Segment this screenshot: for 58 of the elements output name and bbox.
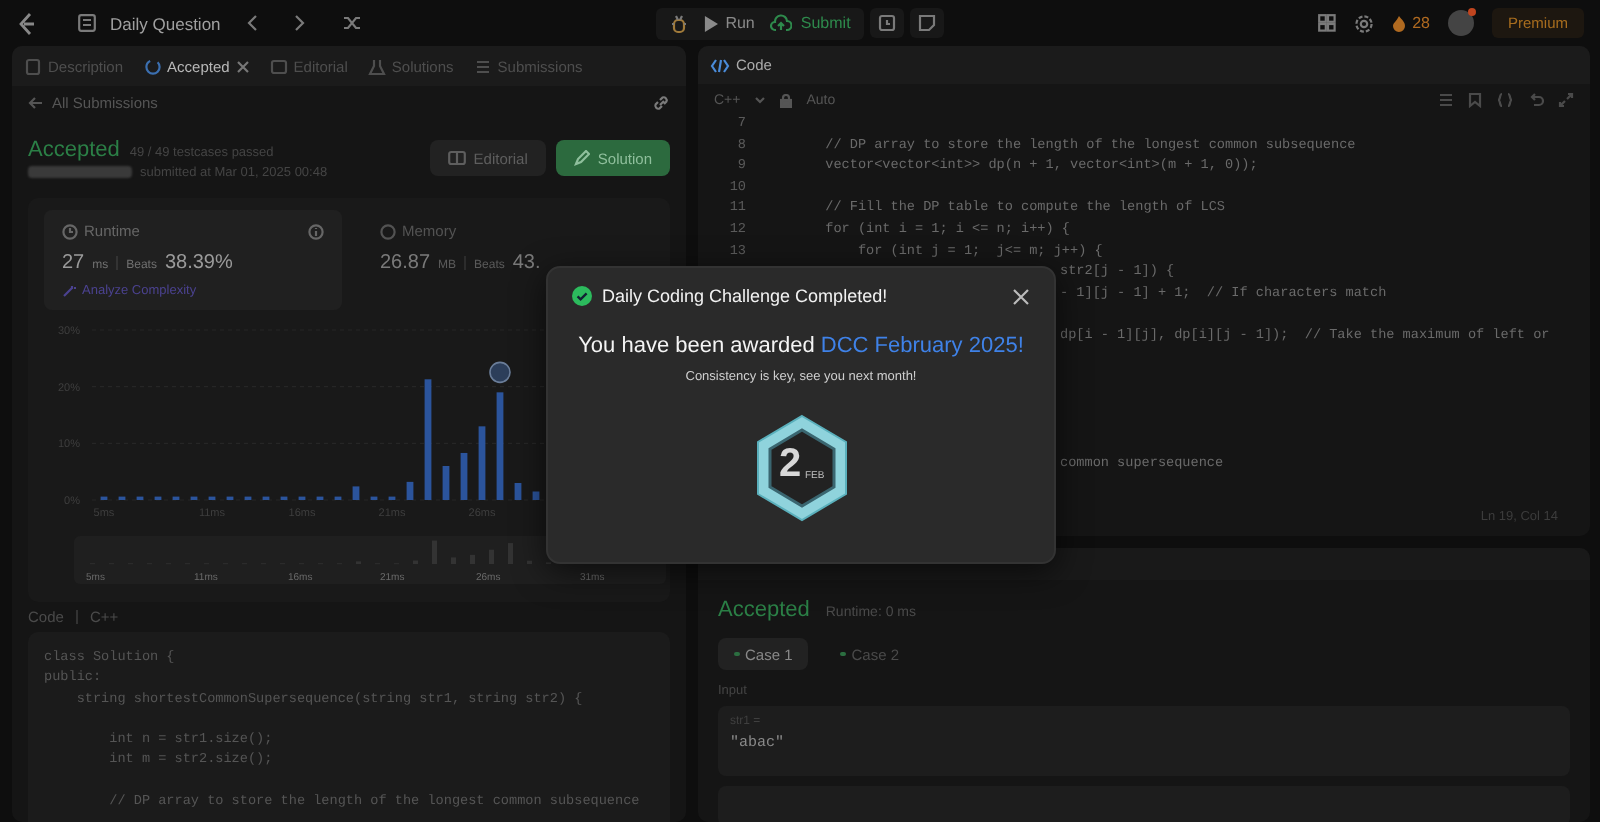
lock-icon <box>780 93 793 107</box>
note-icon[interactable] <box>918 14 937 32</box>
submit-button[interactable]: Submit <box>770 14 851 32</box>
layout-icon[interactable] <box>1318 14 1337 32</box>
spinner-icon <box>143 57 162 75</box>
chart-bar <box>424 379 432 500</box>
award-message: You have been awarded DCC February 2025! <box>578 334 1024 358</box>
chart-bar <box>514 483 522 500</box>
chevron-left-icon[interactable] <box>246 14 259 32</box>
chart-bar <box>406 481 414 500</box>
bug-icon[interactable] <box>669 13 688 33</box>
problem-title[interactable]: Daily Question <box>110 13 221 33</box>
stat-value: 26.87 <box>380 252 431 274</box>
play-icon <box>703 15 718 31</box>
check-circle-icon <box>572 286 592 306</box>
close-icon[interactable] <box>235 59 250 73</box>
status-label: Accepted <box>718 598 810 622</box>
chart-bar <box>460 452 468 500</box>
wand-icon <box>62 284 76 298</box>
book-icon <box>269 57 288 75</box>
chevron-down-icon[interactable] <box>754 96 767 104</box>
award-link[interactable]: DCC February 2025! <box>820 334 1024 358</box>
edit-icon <box>573 150 590 166</box>
badge-day: 2 <box>779 442 802 488</box>
back-arrow-icon[interactable] <box>28 95 44 109</box>
info-icon <box>308 223 324 239</box>
list-icon <box>473 57 492 75</box>
fire-icon <box>1392 14 1407 32</box>
settings-icon[interactable] <box>1354 13 1375 33</box>
timer-icon[interactable] <box>878 14 897 32</box>
cloud-upload-icon <box>770 14 793 32</box>
chart-bar <box>532 491 540 500</box>
stat-value: 27 <box>62 252 85 274</box>
chart-bar <box>496 392 504 500</box>
flask-icon <box>367 57 386 75</box>
chevron-right-icon[interactable] <box>294 14 307 32</box>
shuffle-icon[interactable] <box>342 14 363 32</box>
code-icon <box>710 57 730 73</box>
run-button[interactable]: Run <box>703 14 755 32</box>
badge-icon <box>753 414 849 522</box>
avatar-marker-icon <box>489 361 511 384</box>
beats-value: 43. <box>512 252 541 274</box>
logo-icon[interactable] <box>16 11 38 35</box>
username-blurred <box>28 166 132 178</box>
streak-count: 28 <box>1412 14 1430 32</box>
close-icon[interactable] <box>1012 287 1030 305</box>
clock-icon <box>62 223 78 239</box>
beats-value: 38.39% <box>164 252 233 274</box>
chart-bar <box>352 486 360 500</box>
document-icon <box>24 57 42 75</box>
chart-bar <box>478 426 486 500</box>
avatar-icon[interactable] <box>1447 10 1474 36</box>
book-icon <box>447 150 466 166</box>
list-icon[interactable] <box>78 14 96 32</box>
dialog-title: Daily Coding Challenge Completed! <box>602 286 890 306</box>
link-icon[interactable] <box>652 93 670 111</box>
status-label: Accepted <box>28 137 120 161</box>
chart-bar <box>442 466 450 500</box>
